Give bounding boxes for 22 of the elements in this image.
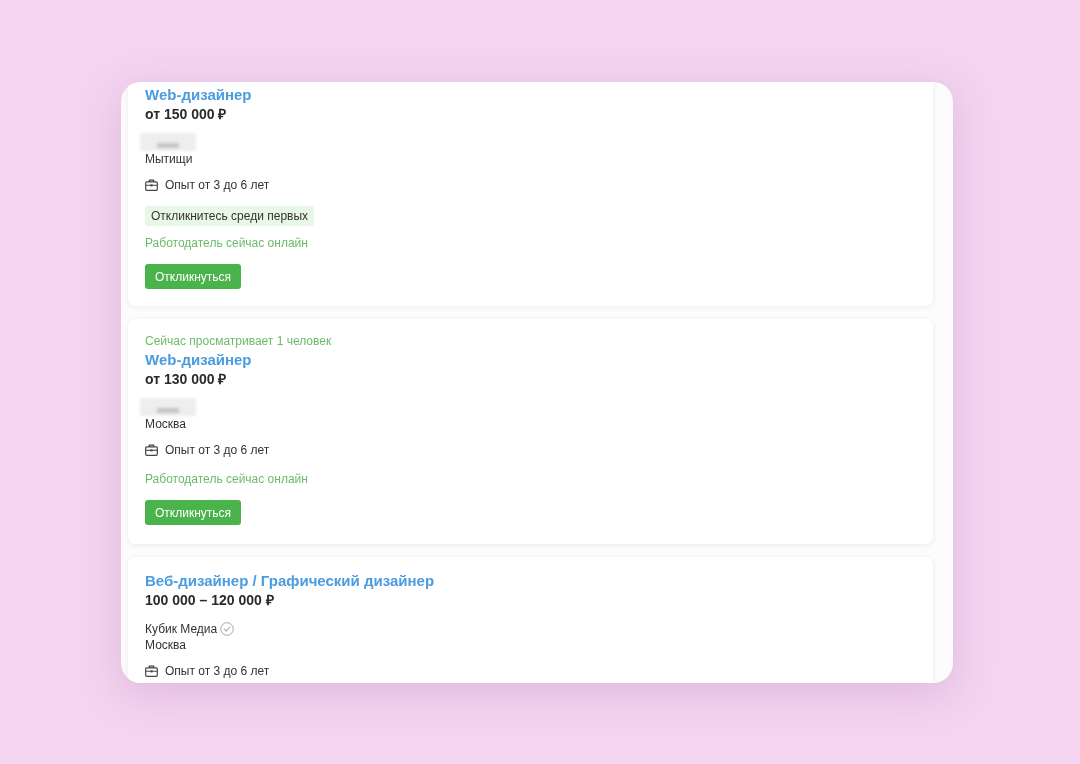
employer-online-status: Работодатель сейчас онлайн [145,235,308,251]
experience-text: Опыт от 3 до 6 лет [165,177,270,193]
viewers-note: Сейчас просматривает 1 человек [145,333,332,350]
respond-button[interactable]: Откликнуться [145,264,242,289]
salary-text: от 130 000 ₽ [145,370,227,388]
briefcase-icon [145,179,158,191]
briefcase-icon [145,444,158,456]
city-text: Москва [145,637,186,653]
vacancy-title-link[interactable]: Web-дизайнер [145,85,252,105]
salary-text: 100 000 – 120 000 ₽ [145,591,274,609]
employer-online-status: Работодатель сейчас онлайн [145,471,308,487]
respond-button[interactable]: Откликнуться [145,500,242,525]
experience-text: Опыт от 3 до 6 лет [165,663,270,679]
vacancy-title-link[interactable]: Web-дизайнер [145,350,252,370]
city-text: Москва [145,416,186,432]
salary-text: от 150 000 ₽ [145,105,227,123]
briefcase-icon [145,665,158,677]
vacancy-title-link[interactable]: Веб-дизайнер / Графический дизайнер [145,571,435,591]
company-name: Кубик Медиа [145,621,218,637]
city-text: Мытищи [145,151,193,167]
experience-text: Опыт от 3 до 6 лет [165,442,270,458]
early-response-tag: Откликнитесь среди первых [145,206,315,226]
